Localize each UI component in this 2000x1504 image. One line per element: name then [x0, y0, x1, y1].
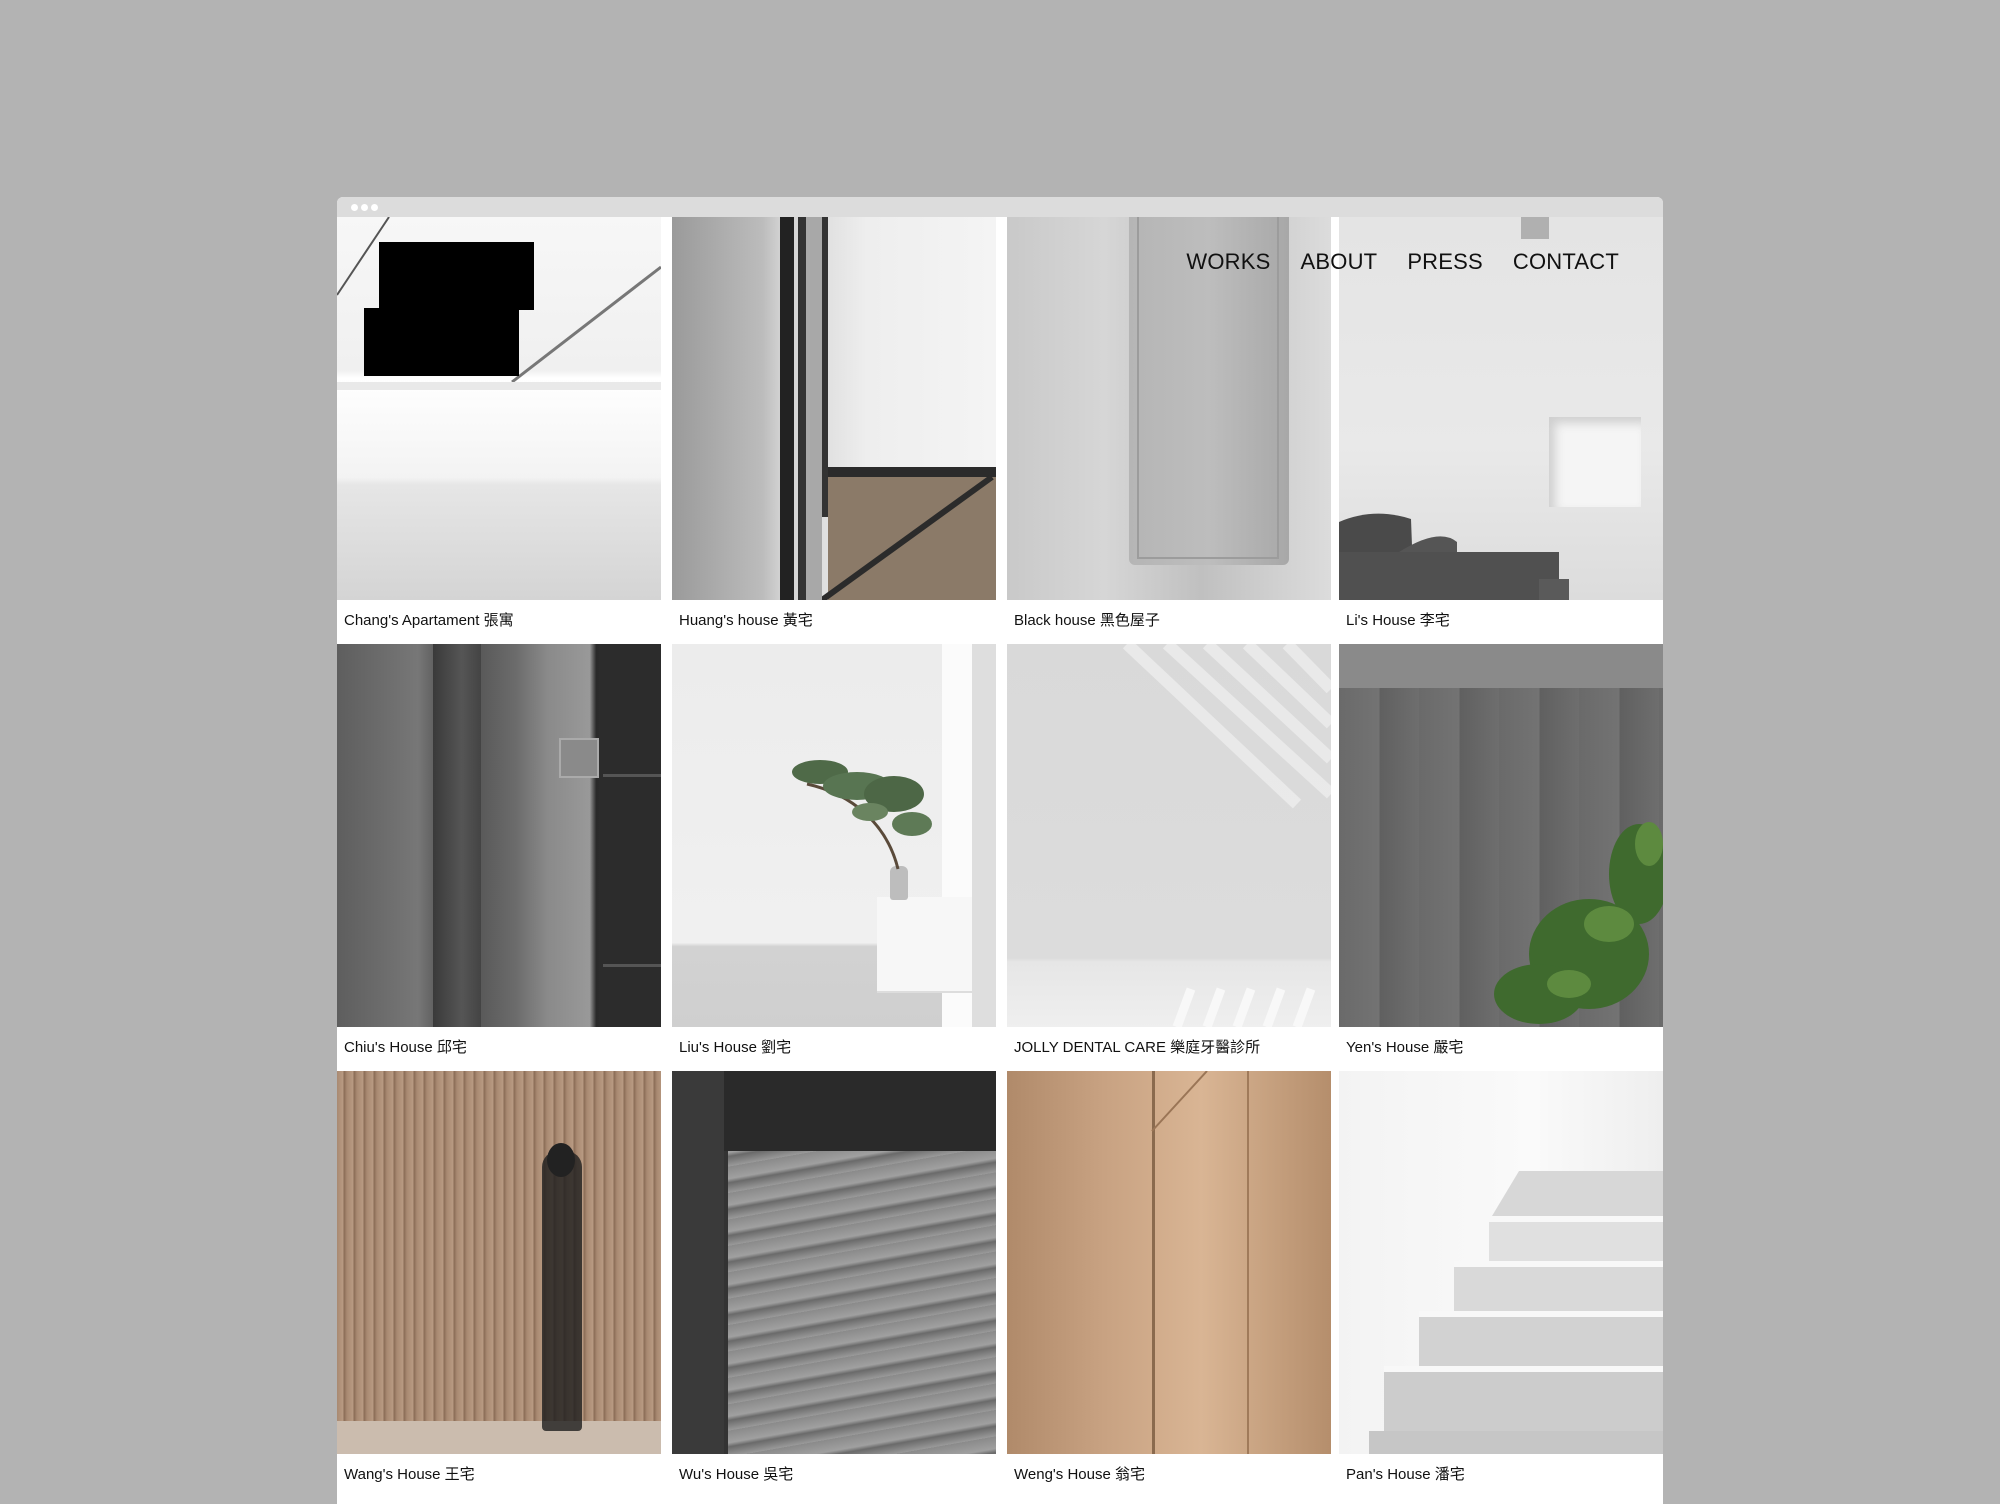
project-card[interactable]: Liu's House 劉宅 [672, 644, 996, 1071]
project-image[interactable] [337, 644, 661, 1027]
project-card[interactable]: Pan's House 潘宅 [1339, 1071, 1663, 1498]
project-card[interactable]: Wu's House 吳宅 [672, 1071, 996, 1498]
project-card[interactable]: Weng's House 翁宅 [1007, 1071, 1331, 1498]
window-dot-icon[interactable] [371, 204, 378, 211]
project-card[interactable]: Huang's house 黃宅 [672, 217, 996, 644]
main-nav: WORKS ABOUT PRESS CONTACT [1186, 249, 1619, 275]
project-image[interactable] [672, 217, 996, 600]
project-title[interactable]: Wu's House 吳宅 [679, 1463, 793, 1484]
project-image[interactable] [337, 1071, 661, 1454]
site-logo[interactable] [364, 242, 534, 378]
project-image[interactable] [1007, 1071, 1331, 1454]
project-title[interactable]: Huang's house 黃宅 [679, 609, 813, 630]
project-card[interactable]: Li's House 李宅 [1339, 217, 1663, 644]
project-card[interactable]: Yen's House 嚴宅 [1339, 644, 1663, 1071]
browser-window: WORKS ABOUT PRESS CONTACT Chang's Aparta… [337, 197, 1663, 1504]
nav-press[interactable]: PRESS [1407, 249, 1483, 275]
project-title[interactable]: Liu's House 劉宅 [679, 1036, 791, 1057]
project-card[interactable]: Black house 黑色屋子 [1007, 217, 1331, 644]
nav-works[interactable]: WORKS [1186, 249, 1270, 275]
project-title[interactable]: Wang's House 王宅 [344, 1463, 475, 1484]
project-image[interactable] [1007, 644, 1331, 1027]
project-image[interactable] [672, 1071, 996, 1454]
project-image[interactable] [1339, 1071, 1663, 1454]
window-dot-icon[interactable] [351, 204, 358, 211]
window-dot-icon[interactable] [361, 204, 368, 211]
project-title[interactable]: Yen's House 嚴宅 [1346, 1036, 1463, 1057]
project-card[interactable]: JOLLY DENTAL CARE 樂庭牙醫診所 [1007, 644, 1331, 1071]
window-titlebar [337, 197, 1663, 217]
project-title[interactable]: Weng's House 翁宅 [1014, 1463, 1145, 1484]
project-title[interactable]: Li's House 李宅 [1346, 609, 1450, 630]
nav-contact[interactable]: CONTACT [1513, 249, 1619, 275]
project-title[interactable]: JOLLY DENTAL CARE 樂庭牙醫診所 [1014, 1036, 1260, 1057]
project-card[interactable]: Chiu's House 邱宅 [337, 644, 661, 1071]
project-image[interactable] [672, 644, 996, 1027]
project-title[interactable]: Chang's Apartament 張寓 [344, 609, 514, 630]
project-card[interactable]: Wang's House 王宅 [337, 1071, 661, 1498]
project-title[interactable]: Pan's House 潘宅 [1346, 1463, 1465, 1484]
project-title[interactable]: Black house 黑色屋子 [1014, 609, 1160, 630]
project-title[interactable]: Chiu's House 邱宅 [344, 1036, 467, 1057]
nav-about[interactable]: ABOUT [1301, 249, 1378, 275]
project-image[interactable] [1339, 644, 1663, 1027]
